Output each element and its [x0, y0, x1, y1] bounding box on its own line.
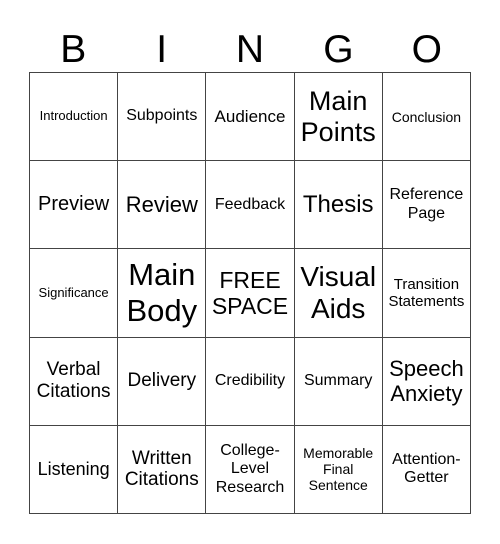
bingo-cell[interactable]: Listening [30, 425, 119, 514]
bingo-cell[interactable]: Main Body [118, 249, 207, 338]
bingo-cell[interactable]: Review [118, 161, 207, 250]
header-letter-n: N [235, 28, 265, 71]
bingo-cell[interactable]: Memorable Final Sentence [294, 425, 383, 514]
bingo-cell[interactable]: Transition Statements [382, 249, 471, 338]
header-letter-b: B [60, 28, 87, 71]
bingo-cell[interactable]: Summary [294, 337, 383, 426]
bingo-cell[interactable]: Attention-Getter [382, 425, 471, 514]
bingo-cell[interactable]: Reference Page [382, 161, 471, 250]
bingo-cell[interactable]: Credibility [206, 337, 295, 426]
bingo-grid: Introduction Subpoints Audience Main Points… [29, 72, 471, 514]
bingo-cell[interactable]: Feedback [206, 161, 295, 250]
bingo-cell[interactable]: Conclusion [382, 73, 471, 162]
bingo-cell[interactable]: Subpoints [118, 73, 207, 162]
bingo-header: B I N G O [29, 28, 471, 72]
header-letter-g: G [323, 28, 354, 71]
header-letter-o: O [411, 28, 442, 71]
bingo-cell[interactable]: FREE SPACE [206, 249, 295, 338]
bingo-cell[interactable]: Significance [30, 249, 119, 338]
bingo-cell[interactable]: Thesis [294, 161, 383, 250]
bingo-cell[interactable]: Visual Aids [294, 249, 383, 338]
bingo-cell[interactable]: Introduction [30, 73, 119, 162]
bingo-cell[interactable]: Speech Anxiety [382, 337, 471, 426]
bingo-cell[interactable]: Written Citations [118, 425, 207, 514]
bingo-cell[interactable]: Verbal Citations [30, 337, 119, 426]
bingo-cell[interactable]: Preview [30, 161, 119, 250]
bingo-cell[interactable]: Delivery [118, 337, 207, 426]
bingo-cell[interactable]: Audience [206, 73, 295, 162]
header-letter-i: I [156, 28, 168, 71]
bingo-cell[interactable]: Main Points [294, 73, 383, 162]
bingo-cell[interactable]: College-Level Research [206, 425, 295, 514]
